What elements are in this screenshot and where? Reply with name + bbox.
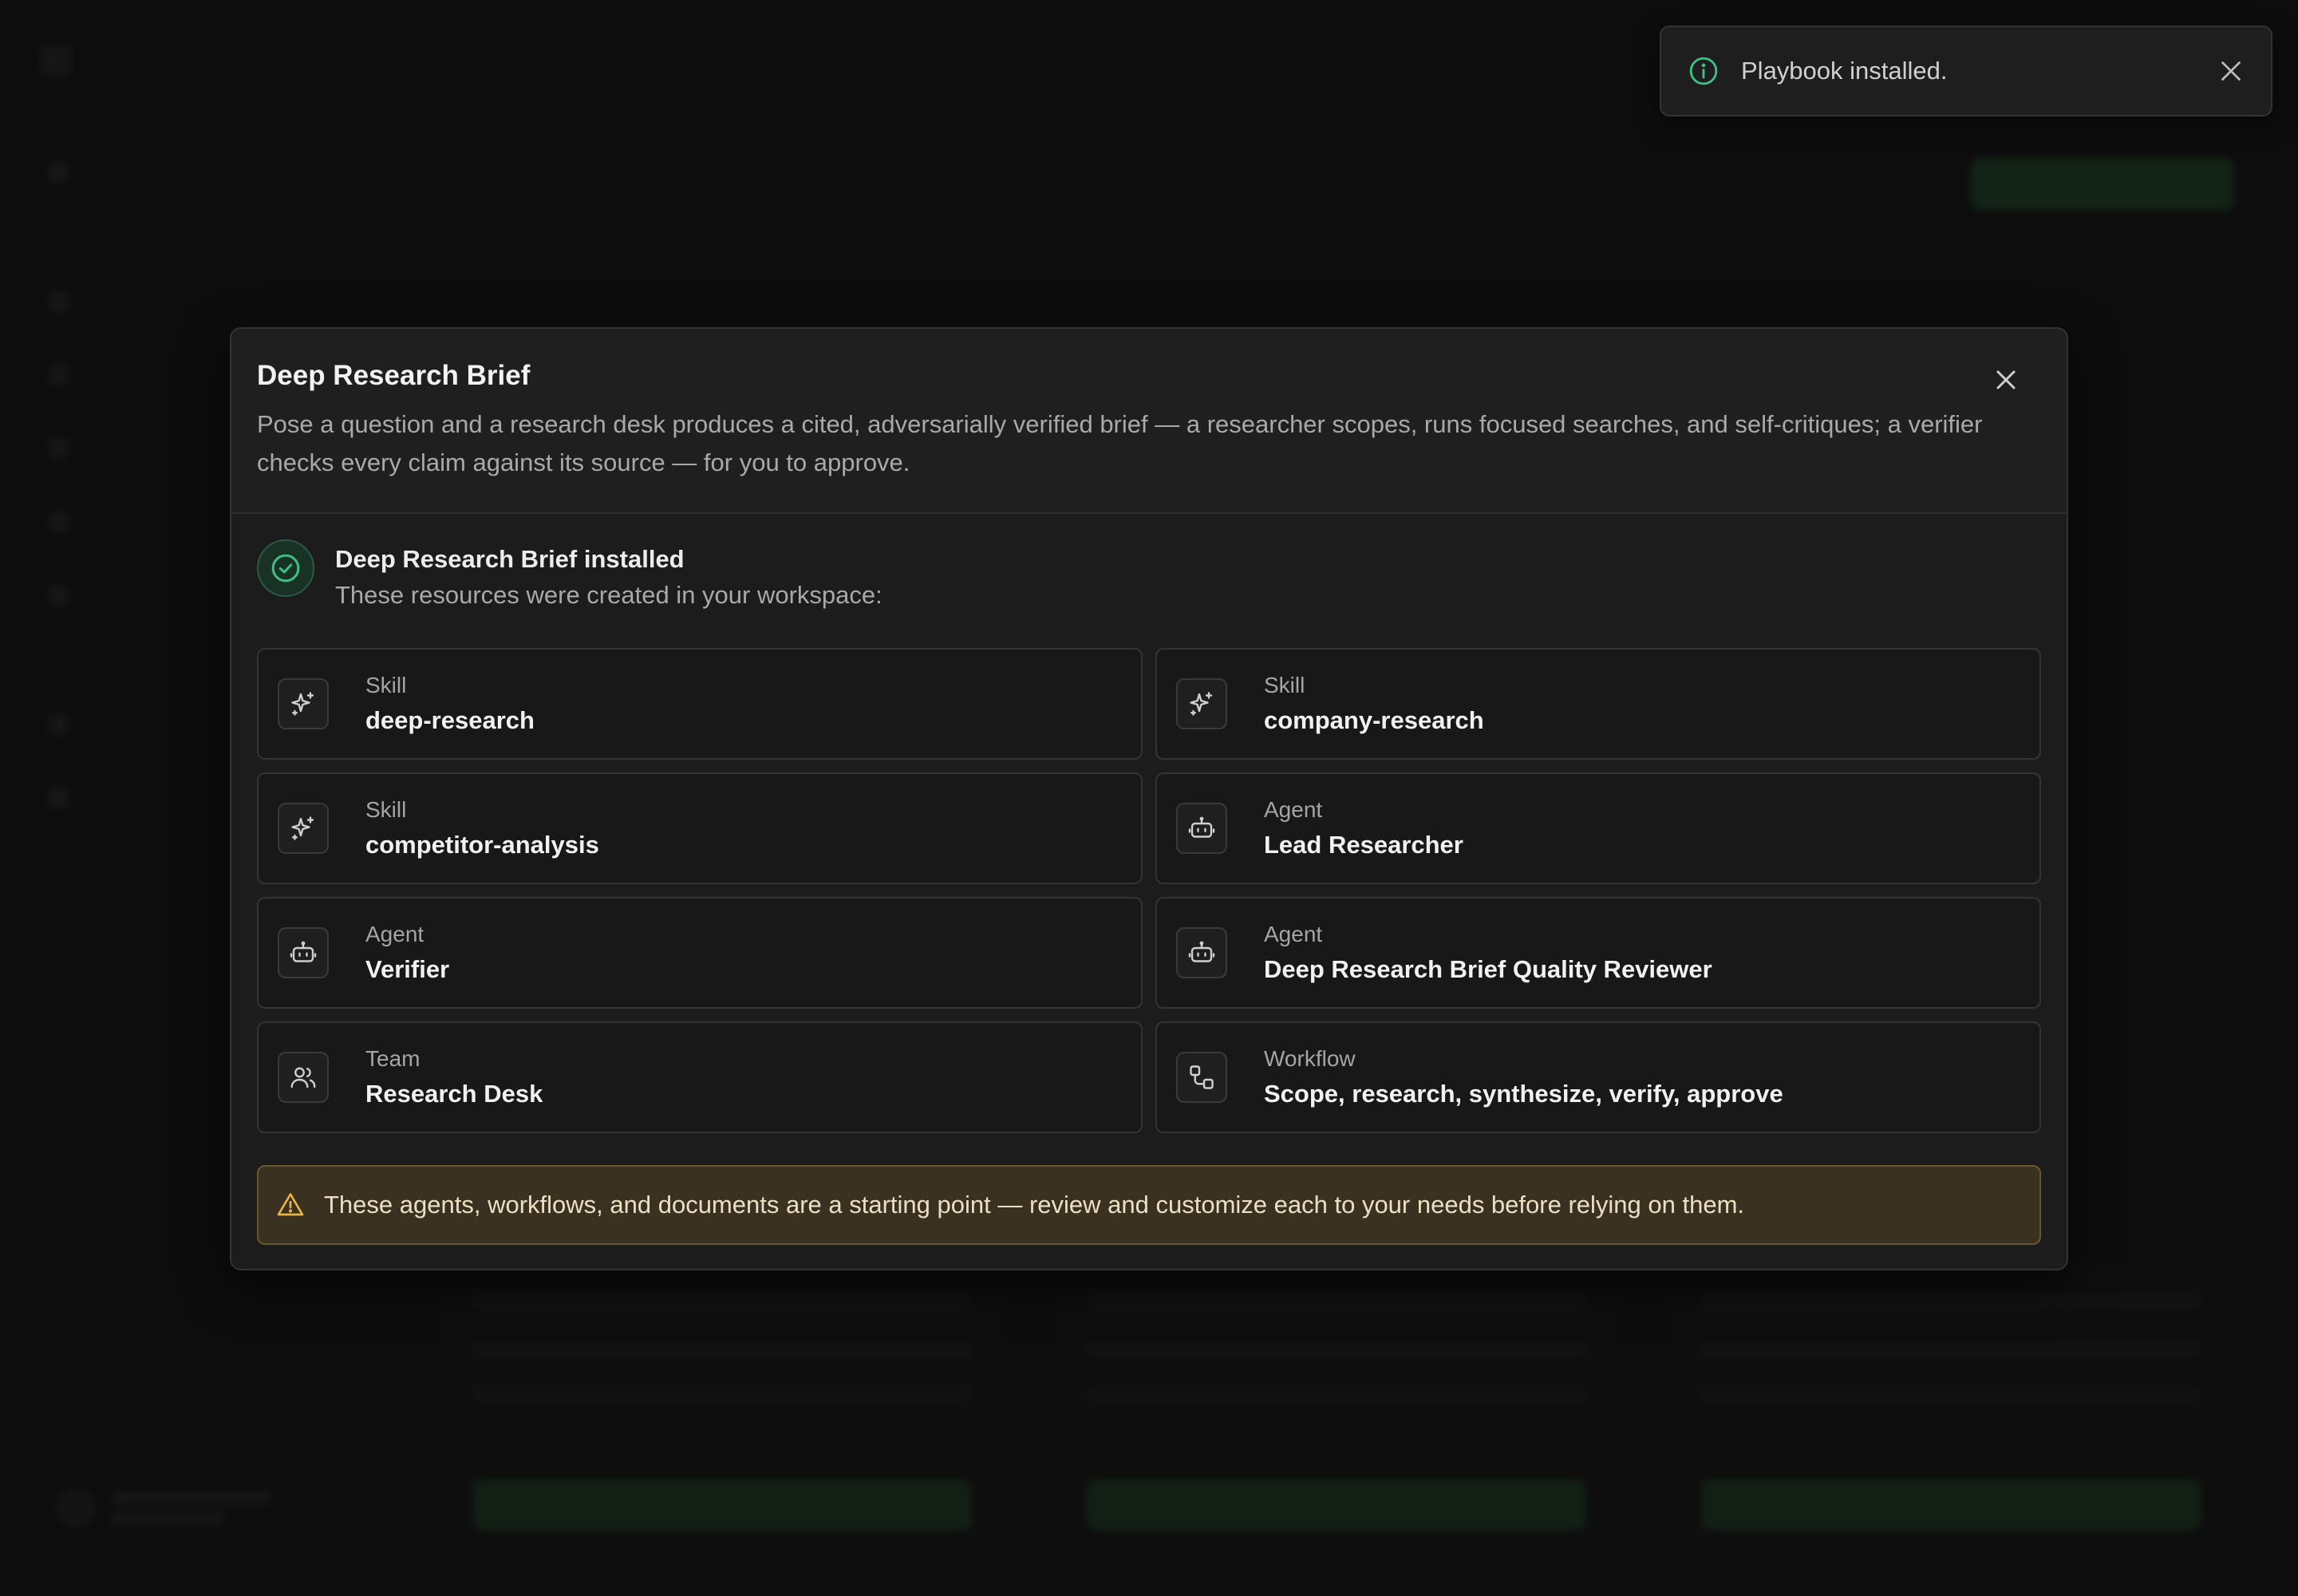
installed-title: Deep Research Brief installed [335, 545, 685, 573]
sparkles-icon [278, 678, 329, 729]
playbook-install-dialog: Deep Research Brief Pose a question and … [230, 327, 2068, 1270]
resource-card[interactable]: Workflow Scope, research, synthesize, ve… [1155, 1021, 2041, 1133]
sparkles-icon [278, 803, 329, 854]
app-root: Playbook installed. Deep Research Brief … [0, 0, 2298, 1596]
resource-card[interactable]: Agent Deep Research Brief Quality Review… [1155, 897, 2041, 1009]
resource-kind: Agent [365, 922, 424, 946]
resource-card[interactable]: Skill deep-research [257, 648, 1143, 760]
dialog-description: Pose a question and a research desk prod… [257, 410, 1983, 476]
bot-icon [1176, 927, 1227, 978]
dialog-header: Deep Research Brief Pose a question and … [231, 329, 2067, 514]
toast-message: Playbook installed. [1741, 57, 1948, 85]
resource-card[interactable]: Agent Lead Researcher [1155, 772, 2041, 884]
resource-card[interactable]: Agent Verifier [257, 897, 1143, 1009]
bot-icon [278, 927, 329, 978]
resource-card[interactable]: Skill competitor-analysis [257, 772, 1143, 884]
resource-kind: Skill [1264, 673, 1305, 697]
dialog-title: Deep Research Brief [257, 360, 531, 391]
users-icon [278, 1052, 329, 1103]
warning-text: These agents, workflows, and documents a… [324, 1191, 1745, 1219]
resource-grid: Skill deep-research Skill company-resear… [257, 648, 2041, 1133]
resource-kind: Skill [365, 673, 407, 697]
resource-card[interactable]: Team Research Desk [257, 1021, 1143, 1133]
installed-subtitle: These resources were created in your wor… [335, 581, 882, 609]
resource-name: Lead Researcher [1264, 831, 1463, 859]
resource-name: Research Desk [365, 1080, 543, 1108]
resource-name: Scope, research, synthesize, verify, app… [1264, 1080, 1783, 1108]
resource-kind: Team [365, 1046, 421, 1071]
toast-notification: Playbook installed. [1660, 26, 2272, 117]
resource-name: competitor-analysis [365, 831, 599, 859]
resource-kind: Agent [1264, 922, 1323, 946]
info-icon [1689, 57, 1718, 85]
bot-icon [1176, 803, 1227, 854]
resource-name: Verifier [365, 955, 450, 983]
resource-name: deep-research [365, 706, 535, 734]
resource-card[interactable]: Skill company-research [1155, 648, 2041, 760]
close-icon[interactable] [1990, 364, 2022, 396]
warning-banner: These agents, workflows, and documents a… [257, 1165, 2041, 1245]
sparkles-icon [1176, 678, 1227, 729]
check-circle-icon [257, 539, 314, 597]
resource-kind: Skill [365, 797, 407, 822]
warning-triangle-icon [277, 1193, 304, 1216]
installed-confirmation: Deep Research Brief installed These reso… [257, 539, 882, 614]
workflow-icon [1176, 1052, 1227, 1103]
resource-kind: Workflow [1264, 1046, 1356, 1071]
resource-name: Deep Research Brief Quality Reviewer [1264, 955, 1712, 983]
close-icon[interactable] [2217, 57, 2245, 85]
resource-kind: Agent [1264, 797, 1323, 822]
resource-name: company-research [1264, 706, 1484, 734]
